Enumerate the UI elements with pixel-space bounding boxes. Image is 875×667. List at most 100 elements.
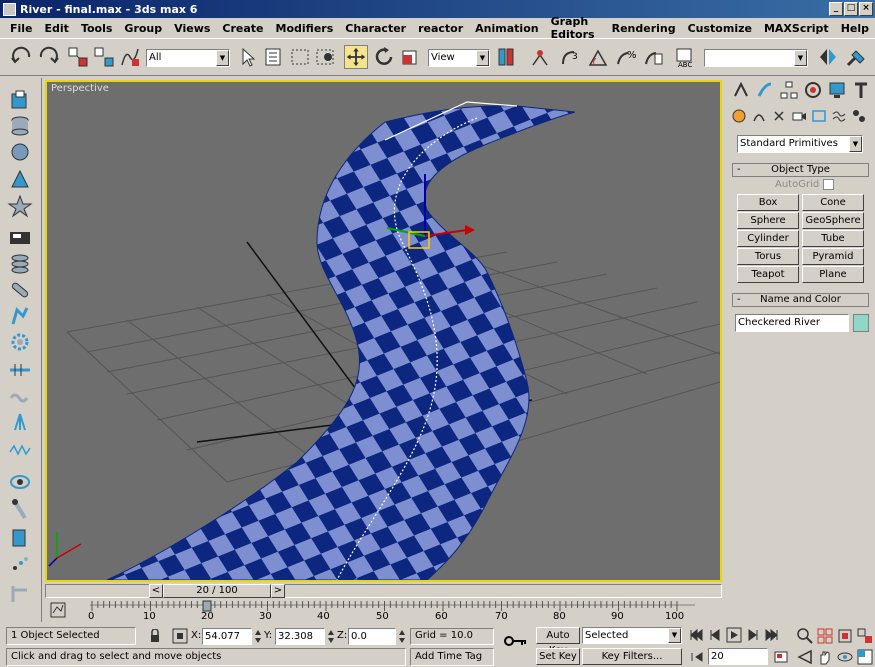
- select-by-name-icon[interactable]: [262, 45, 286, 69]
- z-spinner-icon[interactable]: [398, 628, 406, 645]
- set-key-button[interactable]: Set Key: [536, 648, 580, 665]
- cloth-tool-icon[interactable]: [7, 526, 33, 550]
- cylinder-tool-icon[interactable]: [7, 114, 33, 138]
- auto-key-button[interactable]: Auto Key: [536, 627, 580, 656]
- reference-coordinate-dropdown[interactable]: View ▼: [428, 49, 490, 67]
- z-coordinate-field[interactable]: 0.0: [348, 628, 396, 645]
- y-spinner-icon[interactable]: [327, 628, 335, 645]
- selection-filter-dropdown[interactable]: All ▼: [146, 49, 230, 67]
- snaps-toggle-icon[interactable]: 3: [558, 45, 582, 69]
- arc-rotate-icon[interactable]: [836, 648, 854, 666]
- previous-frame-icon[interactable]: [707, 627, 723, 643]
- box-button[interactable]: Box: [737, 194, 799, 211]
- select-object-icon[interactable]: [236, 45, 260, 69]
- align-icon[interactable]: [844, 45, 868, 69]
- systems-category-icon[interactable]: [851, 108, 867, 124]
- hierarchy-panel-icon[interactable]: [779, 80, 799, 100]
- track-bar[interactable]: 0 10 20 30 40 50 60 70 80 90 100: [45, 599, 722, 623]
- pyramid-button[interactable]: Pyramid: [802, 248, 864, 265]
- time-configuration-icon[interactable]: [774, 650, 788, 664]
- zoom-all-icon[interactable]: [816, 627, 834, 645]
- maximize-viewport-icon[interactable]: [856, 648, 874, 666]
- menu-file[interactable]: File: [4, 22, 39, 35]
- autogrid-checkbox[interactable]: [823, 179, 834, 190]
- teapot-button[interactable]: Teapot: [737, 266, 799, 283]
- x-coordinate-field[interactable]: 54.077: [202, 628, 252, 645]
- object-type-rollout-header[interactable]: - Object Type: [732, 163, 869, 177]
- menu-views[interactable]: Views: [168, 22, 216, 35]
- menu-group[interactable]: Group: [118, 22, 168, 35]
- ring-wave-tool-icon[interactable]: [7, 438, 33, 462]
- bone-tool-icon[interactable]: [7, 498, 33, 522]
- pivot-center-icon[interactable]: [494, 45, 518, 69]
- mirror-icon[interactable]: [816, 45, 840, 69]
- spinner-snap-icon[interactable]: [642, 45, 666, 69]
- cameras-category-icon[interactable]: [791, 108, 807, 124]
- zoom-extents-all-icon[interactable]: [856, 627, 874, 645]
- menu-animation[interactable]: Animation: [469, 22, 544, 35]
- next-frame-icon[interactable]: [745, 627, 761, 643]
- spring-tool-icon[interactable]: [7, 384, 33, 408]
- tube-button[interactable]: Tube: [802, 230, 864, 247]
- zoom-icon[interactable]: [796, 627, 814, 645]
- minimize-button[interactable]: _: [829, 2, 843, 16]
- pan-icon[interactable]: [816, 648, 834, 666]
- close-button[interactable]: ×: [859, 2, 873, 16]
- previous-frame-button[interactable]: <: [149, 584, 163, 598]
- cylinder-button[interactable]: Cylinder: [737, 230, 799, 247]
- menu-modifiers[interactable]: Modifiers: [270, 22, 340, 35]
- select-and-manipulate-icon[interactable]: [528, 45, 552, 69]
- name-and-color-rollout-header[interactable]: - Name and Color: [732, 293, 869, 307]
- create-box-icon[interactable]: [7, 88, 33, 112]
- menu-maxscript[interactable]: MAXScript: [758, 22, 835, 35]
- orbit-tool-icon[interactable]: [7, 470, 33, 494]
- key-filters-button[interactable]: Key Filters...: [582, 648, 682, 665]
- particles-tool-icon[interactable]: [7, 554, 33, 578]
- create-panel-icon[interactable]: [731, 80, 751, 100]
- y-coordinate-field[interactable]: 32.308: [275, 628, 325, 645]
- motion-panel-icon[interactable]: [803, 80, 823, 100]
- capsule-tool-icon[interactable]: [7, 278, 33, 302]
- select-and-move-button[interactable]: [344, 45, 368, 69]
- geosphere-button[interactable]: GeoSphere: [802, 212, 864, 229]
- display-panel-icon[interactable]: [827, 80, 847, 100]
- lock-selection-icon[interactable]: [148, 629, 162, 643]
- scene-canvas[interactable]: [47, 82, 720, 580]
- undo-icon[interactable]: [10, 45, 34, 69]
- time-slider-track[interactable]: [45, 584, 722, 598]
- open-mini-curve-editor-icon[interactable]: [49, 601, 67, 619]
- star-tool-icon[interactable]: [7, 194, 33, 218]
- hose-tool-icon[interactable]: [7, 358, 33, 382]
- menu-create[interactable]: Create: [216, 22, 269, 35]
- shapes-category-icon[interactable]: [751, 108, 767, 124]
- checkered-river[interactable]: [106, 105, 576, 580]
- menu-edit[interactable]: Edit: [39, 22, 75, 35]
- next-frame-button[interactable]: >: [271, 584, 285, 598]
- go-to-end-icon[interactable]: [764, 627, 780, 643]
- lights-category-icon[interactable]: [771, 108, 787, 124]
- x-spinner-icon[interactable]: [254, 628, 262, 645]
- gear-tool-icon[interactable]: [7, 330, 33, 354]
- edit-named-selection-icon[interactable]: ABC: [672, 45, 696, 69]
- absolute-offset-mode-icon[interactable]: [172, 628, 188, 644]
- stack-tool-icon[interactable]: [7, 252, 33, 276]
- sphere-button[interactable]: Sphere: [737, 212, 799, 229]
- named-selection-sets-dropdown[interactable]: ▼: [704, 49, 808, 67]
- cone-tool-icon[interactable]: [7, 168, 33, 192]
- modify-panel-icon[interactable]: [755, 80, 775, 100]
- cone-button[interactable]: Cone: [802, 194, 864, 211]
- foliage-tool-icon[interactable]: [7, 410, 33, 434]
- torus-button[interactable]: Torus: [737, 248, 799, 265]
- add-time-tag-field[interactable]: Add Time Tag: [410, 648, 494, 666]
- menu-character[interactable]: Character: [339, 22, 412, 35]
- current-frame-field[interactable]: 20: [708, 648, 768, 665]
- scale-icon[interactable]: [398, 45, 422, 69]
- category-dropdown[interactable]: Standard Primitives ▼: [737, 135, 863, 153]
- helpers-category-icon[interactable]: [811, 108, 827, 124]
- angle-snap-icon[interactable]: [586, 45, 610, 69]
- window-crossing-icon[interactable]: [314, 45, 338, 69]
- space-warps-category-icon[interactable]: [831, 108, 847, 124]
- key-mode-dropdown[interactable]: Selected ▼: [582, 627, 682, 644]
- menu-tools[interactable]: Tools: [75, 22, 118, 35]
- geometry-category-icon[interactable]: [731, 108, 747, 124]
